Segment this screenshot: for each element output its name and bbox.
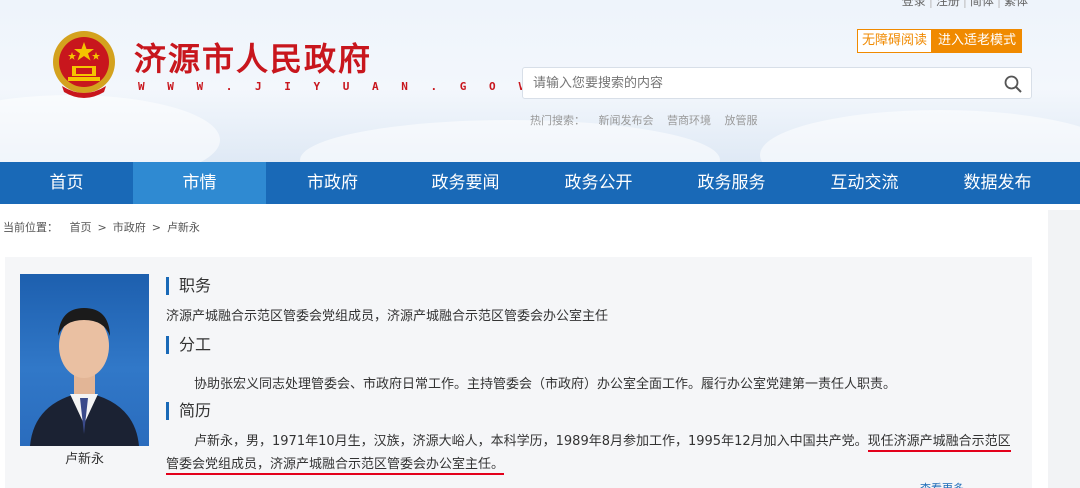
hot-search-label: 热门搜索： xyxy=(530,114,585,127)
resume-heading: 简历 xyxy=(166,402,211,420)
nav-item-city-info[interactable]: 市情 xyxy=(133,162,266,204)
duty-heading: 职务 xyxy=(166,277,211,295)
nav-item-data[interactable]: 数据发布 xyxy=(931,162,1064,204)
hot-search-term[interactable]: 营商环境 xyxy=(667,114,711,127)
profile-name: 卢新永 xyxy=(64,452,104,467)
search-icon[interactable] xyxy=(1003,74,1023,94)
hot-search-term[interactable]: 放管服 xyxy=(725,114,758,127)
site-title[interactable]: 济源市人民政府 xyxy=(134,34,372,80)
division-text: 协助张宏义同志处理管委会、市政府日常工作。主持管委会（市政府）办公室全面工作。履… xyxy=(194,377,897,392)
breadcrumb-label: 当前位置： xyxy=(3,221,58,234)
site-header: 登录 | 注册 | 简体 | 繁体 济源市人民政府 W W W . J I Y U A N … xyxy=(0,0,1080,162)
breadcrumb-government[interactable]: 市政府 xyxy=(113,221,146,234)
side-decoration xyxy=(1048,210,1080,488)
division-heading: 分工 xyxy=(166,336,211,354)
national-emblem-icon xyxy=(48,28,120,100)
hot-search-term[interactable]: 新闻发布会 xyxy=(599,114,654,127)
accessibility-reading-button[interactable]: 无障碍阅读 xyxy=(857,29,933,53)
breadcrumb-current: 卢新永 xyxy=(166,221,200,234)
nav-item-public-affairs[interactable]: 政务公开 xyxy=(532,162,665,204)
top-links: 登录 | 注册 | 简体 | 繁体 xyxy=(902,0,1028,9)
nav-item-government[interactable]: 市政府 xyxy=(266,162,399,204)
profile-photo xyxy=(20,274,149,446)
breadcrumb-separator: > xyxy=(97,221,107,234)
nav-item-interaction[interactable]: 互动交流 xyxy=(798,162,931,204)
resume-text: 卢新永，男，1971年10月生，汉族，济源大峪人，本科学历，1989年8月参加工… xyxy=(166,430,1016,476)
elder-mode-button[interactable]: 进入适老模式 xyxy=(932,29,1023,53)
search-box xyxy=(522,67,1032,99)
view-more-link[interactable]: 查看更多 xyxy=(920,480,964,488)
breadcrumb-home[interactable]: 首页 xyxy=(70,221,92,234)
traditional-link[interactable]: 繁体 xyxy=(1004,0,1028,8)
nav-item-home[interactable]: 首页 xyxy=(0,162,133,204)
main-nav: 首页 市情 市政府 政务要闻 政务公开 政务服务 互动交流 数据发布 xyxy=(0,162,1080,204)
duty-text: 济源产城融合示范区管委会党组成员，济源产城融合示范区管委会办公室主任 xyxy=(166,309,609,324)
simplified-link[interactable]: 简体 xyxy=(970,0,994,8)
breadcrumb-separator: > xyxy=(151,221,161,234)
login-link[interactable]: 登录 xyxy=(902,0,926,8)
hot-searches: 热门搜索： 新闻发布会 营商环境 放管服 xyxy=(530,112,768,128)
register-link[interactable]: 注册 xyxy=(936,0,960,8)
nav-item-news[interactable]: 政务要闻 xyxy=(399,162,532,204)
resume-body: 卢新永，男，1971年10月生，汉族，济源大峪人，本科学历，1989年8月参加工… xyxy=(194,434,868,449)
accessibility-controls: 无障碍阅读 进入适老模式 xyxy=(857,29,1023,53)
search-input[interactable] xyxy=(523,68,983,98)
breadcrumb: 当前位置： 首页 > 市政府 > 卢新永 xyxy=(3,219,200,235)
nav-item-services[interactable]: 政务服务 xyxy=(665,162,798,204)
